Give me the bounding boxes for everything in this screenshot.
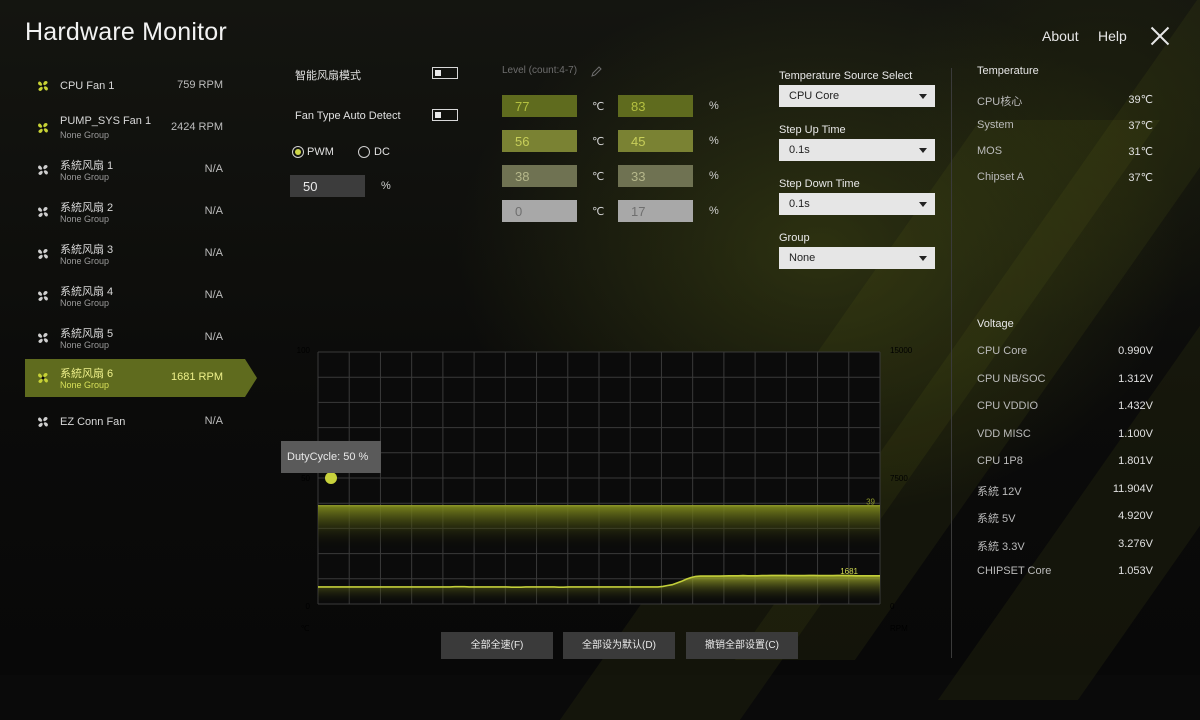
temperature-value-label: 39 <box>866 498 875 507</box>
left-axis-tick: 0 <box>306 602 311 611</box>
right-axis-tick: 7500 <box>890 474 908 483</box>
duty-cycle-tooltip: DutyCycle: 50 % <box>281 441 381 473</box>
temperature-band <box>318 505 880 551</box>
full-speed-button[interactable]: 全部全速(F) <box>441 632 553 659</box>
left-axis-tick: 50 <box>301 474 310 483</box>
left-axis-unit: ℃ <box>301 624 310 633</box>
undo-all-button[interactable]: 撤销全部设置(C) <box>686 632 798 659</box>
right-axis-unit: RPM <box>890 624 908 633</box>
right-axis-tick: 15000 <box>890 346 913 355</box>
set-all-default-button[interactable]: 全部设为默认(D) <box>563 632 675 659</box>
fan-curve-chart[interactable]: 100 50 0 15000 7500 0 ℃ RPM 39 1681 <box>0 0 1200 675</box>
rpm-value-label: 1681 <box>840 567 858 576</box>
right-axis-tick: 0 <box>890 602 895 611</box>
left-axis-tick: 100 <box>297 346 311 355</box>
duty-cycle-point[interactable] <box>325 472 337 484</box>
